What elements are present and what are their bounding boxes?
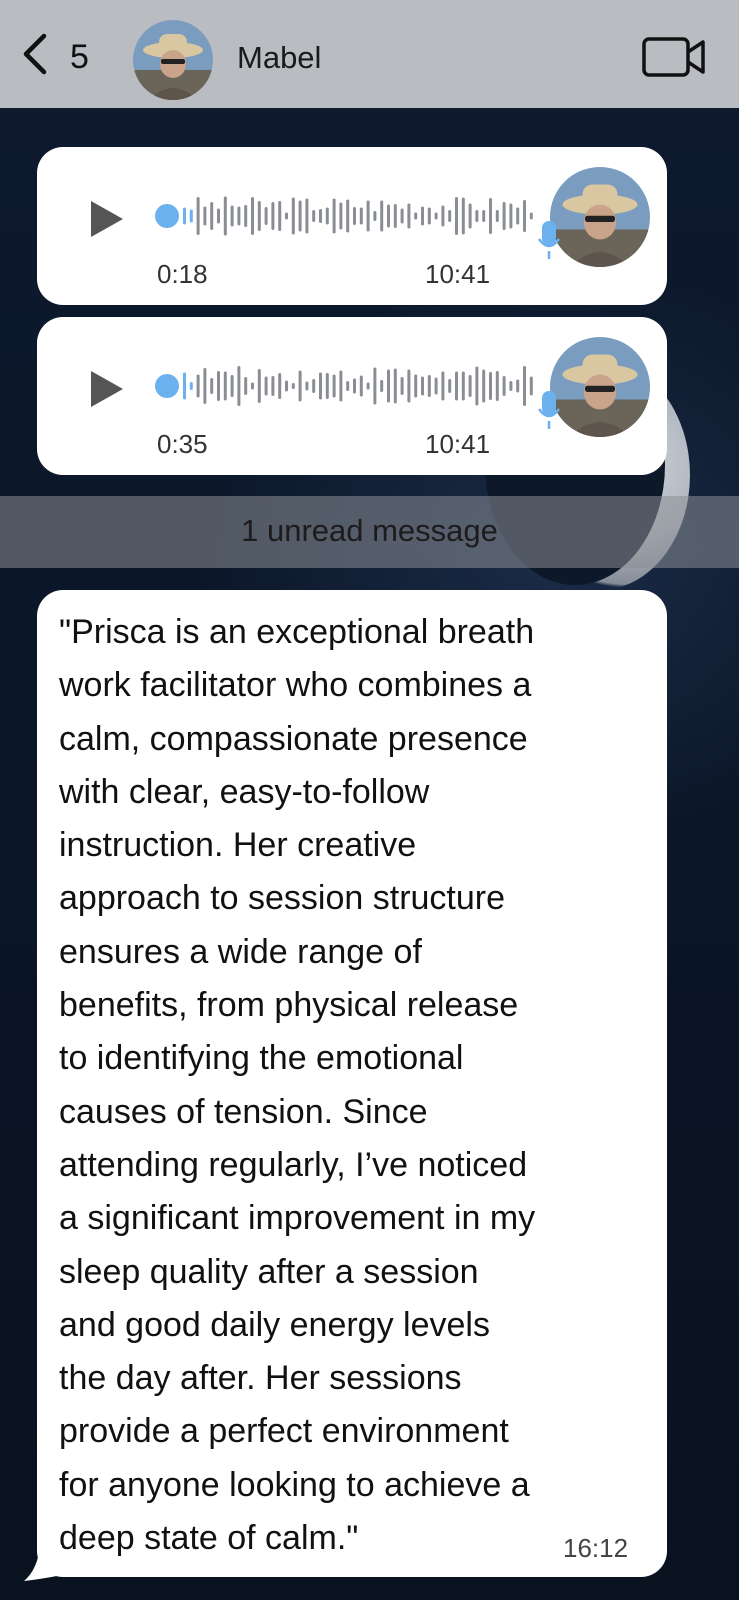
back-unread-count[interactable]: 5 xyxy=(70,38,89,77)
unread-banner-label: 1 unread message xyxy=(241,513,498,548)
text-message-bubble[interactable]: "Prisca is an exceptional breath work fa… xyxy=(37,590,667,1577)
message-time: 10:41 xyxy=(425,259,491,289)
contact-name[interactable]: Mabel xyxy=(237,40,321,76)
play-icon[interactable] xyxy=(87,199,125,239)
play-icon[interactable] xyxy=(87,369,125,409)
microphone-icon xyxy=(537,221,561,259)
message-text: "Prisca is an exceptional breath work fa… xyxy=(59,613,536,1558)
sender-avatar xyxy=(550,167,650,267)
chat-header: 5 Mabel xyxy=(0,0,739,108)
microphone-icon xyxy=(537,391,561,429)
waveform-icon[interactable] xyxy=(181,192,551,240)
contact-avatar[interactable] xyxy=(133,20,213,100)
playback-position-dot[interactable] xyxy=(155,374,179,398)
message-time: 10:41 xyxy=(425,429,491,459)
voice-message-bubble[interactable]: 0:35 10:41 xyxy=(37,317,667,475)
sender-avatar xyxy=(550,337,650,437)
bubble-tail xyxy=(24,1545,62,1581)
voice-message-bubble[interactable]: 0:18 10:41 xyxy=(37,147,667,305)
video-camera-icon[interactable] xyxy=(641,36,707,78)
voice-duration: 0:35 xyxy=(157,429,208,459)
voice-duration: 0:18 xyxy=(157,259,208,289)
chevron-left-icon[interactable] xyxy=(18,32,52,76)
waveform-icon[interactable] xyxy=(181,362,551,410)
playback-position-dot[interactable] xyxy=(155,204,179,228)
message-time: 16:12 xyxy=(563,1533,629,1563)
